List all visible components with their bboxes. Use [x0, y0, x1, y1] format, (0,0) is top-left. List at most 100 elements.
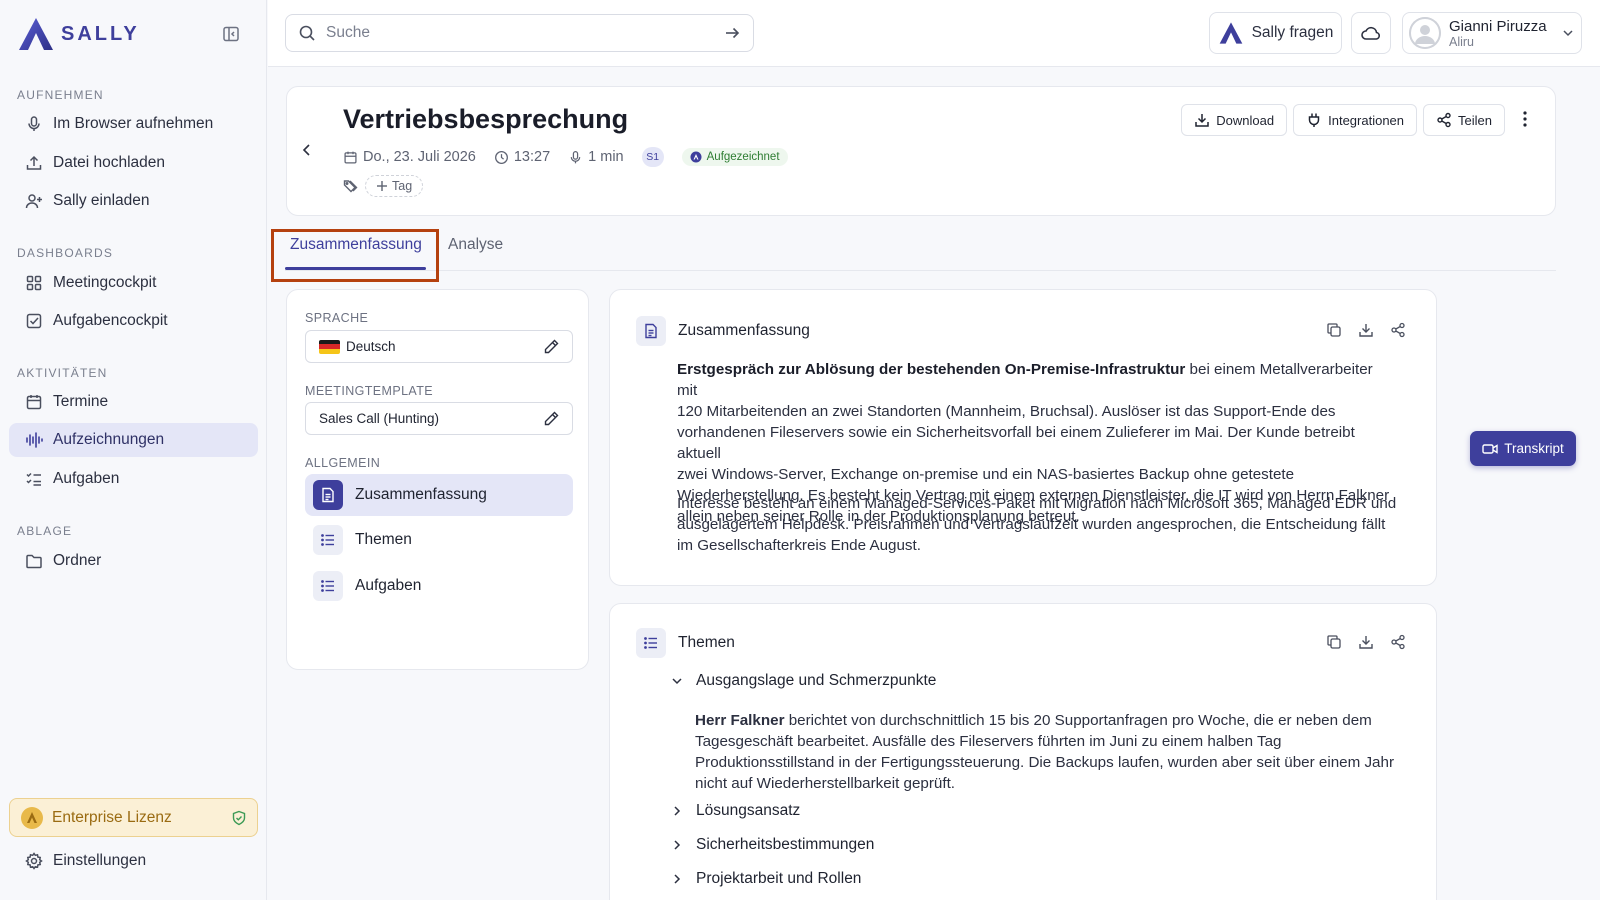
download-button[interactable]: Download	[1181, 104, 1288, 136]
sidebar-settings[interactable]: Einstellungen	[25, 852, 146, 870]
integrations-button[interactable]: Integrationen	[1293, 104, 1418, 136]
pencil-icon[interactable]	[543, 338, 560, 355]
share-icon[interactable]	[1390, 322, 1406, 338]
sidebar-item-aufgaben[interactable]: Aufgaben	[9, 462, 258, 496]
language-select[interactable]: Deutsch	[305, 330, 573, 363]
sidebar-item-label: Ordner	[53, 552, 102, 569]
sidebar-item-ordner[interactable]: Ordner	[9, 544, 258, 578]
topic-item-projektarbeit[interactable]: Projektarbeit und Rollen	[670, 870, 861, 888]
tabs-divider	[285, 270, 1556, 271]
topics-card-header: Themen	[636, 628, 735, 658]
license-logo-icon	[21, 806, 43, 829]
cloud-sync-button[interactable]	[1351, 12, 1391, 54]
search-icon	[299, 25, 315, 41]
sidebar-item-label: Termine	[53, 393, 109, 410]
chevron-right-icon	[674, 806, 681, 816]
status-text: Aufgezeichnet	[706, 151, 780, 163]
ask-sally-button[interactable]: Sally fragen	[1209, 12, 1342, 54]
document-icon	[636, 316, 666, 346]
plug-icon	[1308, 113, 1320, 127]
upload-icon	[26, 155, 42, 170]
more-vertical-icon	[1523, 111, 1527, 127]
general-label: ALLGEMEIN	[305, 456, 381, 470]
tag-icon	[343, 180, 358, 193]
plus-icon	[377, 181, 387, 191]
meeting-duration-text: 1 min	[588, 149, 624, 165]
video-camera-icon	[1482, 443, 1498, 454]
speaker-badge[interactable]: S1	[641, 147, 664, 167]
tab-analyse[interactable]: Analyse	[448, 236, 503, 254]
meeting-duration: 1 min	[568, 149, 624, 165]
settings-label: Einstellungen	[53, 852, 147, 869]
search-bar[interactable]	[285, 14, 754, 52]
header-actions: Download Integrationen Teilen	[1181, 104, 1505, 136]
microphone-icon	[28, 116, 40, 131]
topics-card-title: Themen	[678, 634, 735, 651]
clock-icon	[494, 150, 508, 164]
search-input[interactable]	[326, 24, 713, 42]
transcript-label: Transkript	[1504, 441, 1564, 456]
sidebar-item-label: Aufgabencockpit	[53, 312, 168, 329]
section-title-storage: ABLAGE	[17, 524, 73, 538]
copy-icon[interactable]	[1326, 322, 1342, 338]
add-tag-label: Tag	[392, 179, 413, 193]
meeting-header-card: Vertriebsbesprechung Do., 23. Juli 2026 …	[286, 86, 1556, 216]
arrow-right-icon[interactable]	[723, 24, 741, 42]
checkbox-icon	[26, 313, 42, 329]
topics-card-tools	[1326, 634, 1406, 650]
back-button[interactable]	[299, 142, 315, 158]
german-flag-icon	[319, 339, 340, 354]
status-badge: Aufgezeichnet	[681, 148, 788, 166]
sidebar-collapse-icon	[223, 26, 239, 42]
summary-card-header: Zusammenfassung	[636, 316, 810, 346]
sidebar-item-label: Aufzeichnungen	[53, 431, 165, 448]
share-button[interactable]: Teilen	[1423, 104, 1505, 136]
topic-item-sicherheit[interactable]: Sicherheitsbestimmungen	[670, 836, 874, 854]
topic-text: Tagesgeschäft bearbeitet. Ausfälle des F…	[695, 733, 1282, 750]
summary-card-title: Zusammenfassung	[678, 322, 810, 339]
topic-highlight: Herr Falkner	[695, 712, 785, 729]
meeting-meta: Do., 23. Juli 2026 13:27 1 min S1 Aufgez…	[343, 147, 788, 167]
gear-icon	[25, 852, 43, 870]
summary-text: Interesse besteht an einem Managed-Servi…	[677, 495, 1397, 512]
enterprise-license-badge[interactable]: Enterprise Lizenz	[9, 798, 258, 837]
section-item-aufgaben[interactable]: Aufgaben	[305, 565, 573, 607]
section-item-zusammenfassung[interactable]: Zusammenfassung	[305, 474, 573, 516]
list-icon	[636, 628, 666, 658]
user-menu[interactable]: Gianni Piruzza Aliru	[1402, 12, 1582, 54]
user-plus-icon	[25, 194, 42, 209]
user-avatar-icon	[1409, 17, 1441, 49]
app-logo[interactable]: SALLY	[17, 16, 140, 52]
share-icon[interactable]	[1390, 634, 1406, 650]
add-tag-button[interactable]: Tag	[365, 175, 424, 197]
topic-item-loesungsansatz[interactable]: Lösungsansatz	[670, 802, 800, 820]
sidebar-item-aufgabencockpit[interactable]: Aufgabencockpit	[9, 304, 258, 338]
download-icon[interactable]	[1358, 634, 1374, 650]
more-options-button[interactable]	[1517, 109, 1533, 129]
sidebar-item-browser-record[interactable]: Im Browser aufnehmen	[9, 107, 258, 141]
sally-logo-icon	[690, 151, 702, 163]
copy-icon[interactable]	[1326, 634, 1342, 650]
cloud-icon	[1361, 26, 1380, 40]
sidebar-item-label: Aufgaben	[53, 470, 120, 487]
user-organization: Aliru	[1449, 34, 1475, 49]
sidebar-item-meetingcockpit[interactable]: Meetingcockpit	[9, 266, 258, 300]
summary-text: vorhandenen Fileservers sowie ein Sicher…	[677, 424, 1355, 462]
transcript-button[interactable]: Transkript	[1470, 431, 1576, 466]
sidebar-item-invite-sally[interactable]: Sally einladen	[9, 184, 258, 218]
meeting-date: Do., 23. Juli 2026	[343, 149, 476, 165]
chevron-right-icon	[674, 874, 681, 884]
integrations-label: Integrationen	[1328, 112, 1405, 128]
download-icon[interactable]	[1358, 322, 1374, 338]
section-item-themen[interactable]: Themen	[305, 519, 573, 561]
sidebar-item-upload[interactable]: Datei hochladen	[9, 146, 258, 180]
topic-item-ausgangslage[interactable]: Ausgangslage und Schmerzpunkte	[670, 672, 936, 690]
language-value: Deutsch	[346, 339, 396, 354]
sidebar-collapse-button[interactable]	[222, 25, 242, 45]
sidebar-item-termine[interactable]: Termine	[9, 385, 258, 419]
sidebar-item-aufzeichnungen[interactable]: Aufzeichnungen	[9, 423, 258, 457]
folder-icon	[26, 554, 42, 569]
pencil-icon[interactable]	[543, 410, 560, 427]
summary-text: ausgelagertem Helpdesk. Preisrahmen und …	[677, 516, 1386, 533]
template-select[interactable]: Sales Call (Hunting)	[305, 402, 573, 435]
